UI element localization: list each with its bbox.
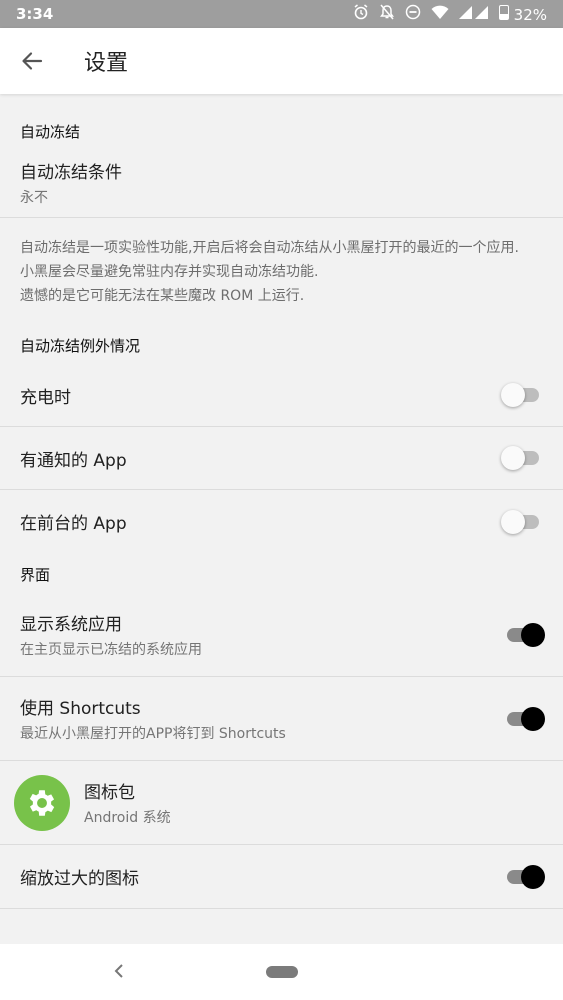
pref-text: 使用 Shortcuts 最近从小黑屋打开的APP将钉到 Shortcuts — [20, 694, 286, 743]
pref-summary: 永不 — [20, 190, 48, 206]
pref-apps-with-notification[interactable]: 有通知的 App — [0, 427, 563, 490]
section-header-interface: 界面 — [20, 566, 51, 584]
toggle-switch[interactable] — [501, 509, 543, 534]
pref-title: 充电时 — [20, 387, 71, 408]
nav-back-icon[interactable] — [112, 962, 126, 984]
alarm-icon — [353, 4, 369, 24]
pref-title: 显示系统应用 — [20, 615, 122, 635]
pref-use-shortcuts[interactable]: 使用 Shortcuts 最近从小黑屋打开的APP将钉到 Shortcuts — [0, 677, 563, 761]
settings-gear-icon — [14, 774, 70, 831]
app-bar: 设置 — [0, 28, 563, 94]
status-time: 3:34 — [16, 5, 54, 23]
do-not-disturb-icon — [405, 4, 421, 24]
section-header-auto-freeze: 自动冻结 — [20, 123, 81, 141]
pref-summary: 最近从小黑屋打开的APP将钉到 Shortcuts — [20, 726, 286, 742]
page-title: 设置 — [84, 51, 129, 76]
wifi-icon — [431, 5, 449, 24]
battery-percent: 32% — [513, 5, 547, 24]
pref-title: 自动冻结条件 — [20, 163, 122, 183]
back-button[interactable] — [0, 28, 64, 94]
pref-scale-large-icons[interactable]: 缩放过大的图标 — [0, 845, 563, 909]
toggle-switch[interactable] — [503, 622, 545, 647]
toggle-switch[interactable] — [503, 706, 545, 731]
toggle-switch[interactable] — [501, 383, 543, 407]
pref-summary: Android 系统 — [84, 810, 171, 826]
note-line: 遗憾的是它可能无法在某些魔改 ROM 上运行. — [20, 288, 305, 304]
pref-title: 图标包 — [84, 783, 135, 803]
pref-show-system-apps[interactable]: 显示系统应用 在主页显示已冻结的系统应用 — [0, 593, 563, 677]
settings-list[interactable]: 自动冻结 自动冻结条件 永不 自动冻结是一项实验性功能,开启后将会自动冻结从小黑… — [0, 94, 563, 909]
pref-title: 有通知的 App — [20, 450, 127, 471]
section-header-exceptions: 自动冻结例外情况 — [20, 337, 141, 355]
pref-icon-pack[interactable]: 图标包 Android 系统 — [0, 761, 563, 845]
pref-title: 缩放过大的图标 — [20, 869, 139, 889]
signal-icon — [458, 5, 489, 23]
home-pill-button[interactable] — [265, 966, 298, 978]
note-line: 自动冻结是一项实验性功能,开启后将会自动冻结从小黑屋打开的最近的一个应用. — [20, 240, 519, 256]
notifications-off-icon — [379, 4, 395, 24]
pref-when-charging[interactable]: 充电时 — [0, 364, 563, 427]
pref-text: 显示系统应用 在主页显示已冻结的系统应用 — [20, 610, 202, 659]
pref-title: 使用 Shortcuts — [20, 699, 141, 719]
status-icons: 32% — [353, 4, 547, 24]
pref-foreground-app[interactable]: 在前台的 App — [0, 490, 563, 553]
toggle-switch[interactable] — [501, 446, 543, 470]
pref-auto-freeze-condition[interactable]: 自动冻结条件 永不 — [0, 150, 563, 218]
arrow-back-icon — [22, 52, 43, 70]
pref-title: 在前台的 App — [20, 514, 127, 534]
auto-freeze-note: 自动冻结是一项实验性功能,开启后将会自动冻结从小黑屋打开的最近的一个应用. 小黑… — [0, 218, 563, 318]
note-line: 小黑屋会尽量避免常驻内存并实现自动冻结功能. — [20, 264, 319, 280]
pref-summary: 在主页显示已冻结的系统应用 — [20, 642, 202, 658]
battery-indicator: 32% — [498, 4, 547, 24]
toggle-switch[interactable] — [503, 864, 545, 889]
navigation-bar — [0, 944, 563, 1000]
status-bar: 3:34 32% — [0, 0, 563, 28]
pref-text: 图标包 Android 系统 — [84, 778, 171, 827]
battery-icon — [498, 4, 509, 20]
